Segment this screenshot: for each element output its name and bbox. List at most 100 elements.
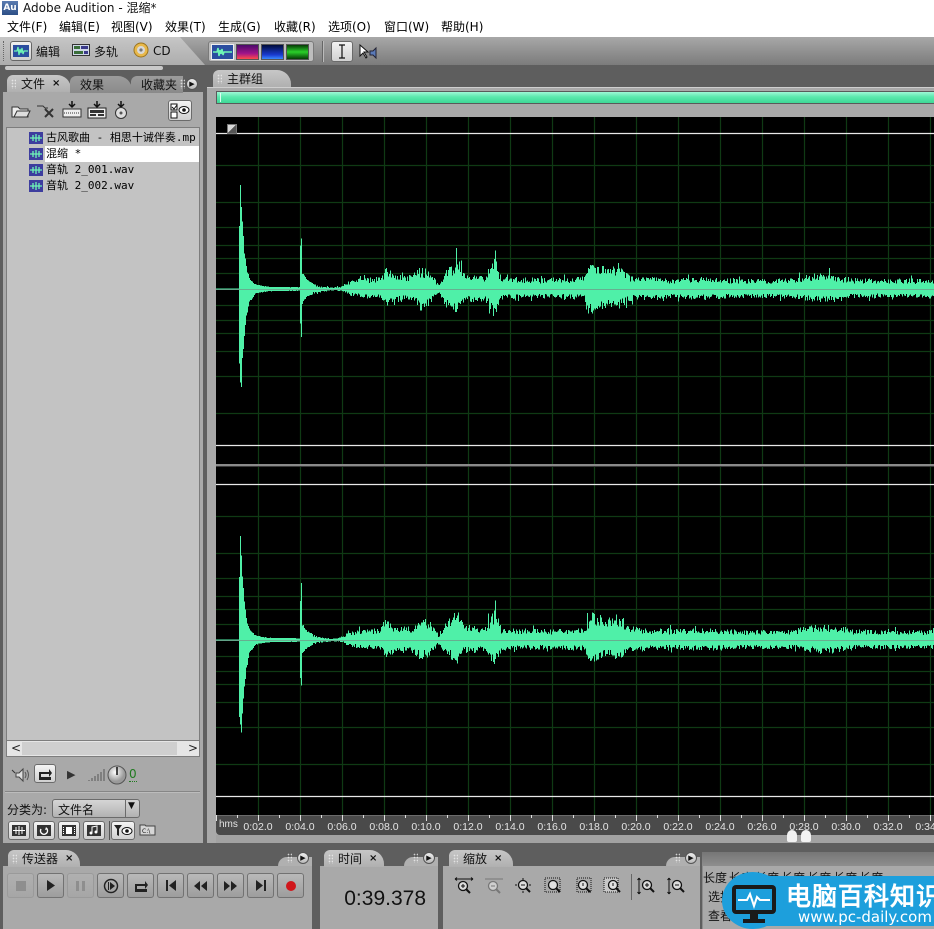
audio-file-icon xyxy=(29,148,43,160)
close-icon[interactable]: × xyxy=(369,853,377,864)
panel-menu-button[interactable]: ▶ xyxy=(685,852,697,864)
zoom-in-horizontal-button[interactable] xyxy=(453,876,475,896)
show-loops-button[interactable] xyxy=(33,821,55,840)
zoom-handle-left[interactable] xyxy=(787,830,797,842)
menu-effects[interactable]: 效果(T) xyxy=(165,19,206,35)
edit-view-button[interactable]: 编辑 xyxy=(10,40,60,62)
panel-menu-button[interactable]: ▶ xyxy=(423,852,435,864)
view-options-button[interactable] xyxy=(168,100,192,121)
play-to-end-button[interactable] xyxy=(97,873,124,898)
open-file-icon[interactable] xyxy=(11,102,31,121)
spectral-frequency-display-icon[interactable] xyxy=(236,43,259,60)
overview-view-marker[interactable] xyxy=(220,93,221,102)
close-file-icon[interactable] xyxy=(36,102,56,121)
multitrack-view-button[interactable]: 多轨 xyxy=(72,40,118,62)
fast-forward-button[interactable] xyxy=(217,873,244,898)
file-list-item[interactable]: 音轨 2_002.wav xyxy=(7,178,199,194)
tab-favorites[interactable]: 收藏夹 xyxy=(131,76,183,93)
ruler-tick-label: 0:10.0 xyxy=(411,821,440,833)
workspace-drag-bar[interactable] xyxy=(5,66,163,70)
menu-options[interactable]: 选项(O) xyxy=(328,19,371,35)
spectral-pan-display-icon[interactable] xyxy=(261,43,284,60)
zoom-out-full-button[interactable] xyxy=(513,876,535,896)
tab-main-group[interactable]: 主群组 xyxy=(213,70,291,87)
play-to-end-icon xyxy=(103,878,118,893)
loop-button[interactable] xyxy=(127,873,154,898)
scroll-left-button[interactable]: < xyxy=(11,741,21,756)
stop-button[interactable] xyxy=(7,873,34,898)
close-icon[interactable]: × xyxy=(52,78,60,89)
time-selection-tool-button[interactable] xyxy=(331,41,353,62)
phase-display-icon[interactable] xyxy=(286,43,309,60)
tab-transport[interactable]: 传送器 × xyxy=(8,850,80,867)
zoom-in-vertical-button[interactable] xyxy=(635,876,657,896)
zoom-out-vertical-button[interactable] xyxy=(665,876,687,896)
tab-effects[interactable]: 效果 xyxy=(70,76,132,93)
time-ruler[interactable]: 0:02.0 0:04.0 0:06.0 0:08.0 0:10.0 0:12.0 0:14… xyxy=(216,815,934,835)
amplitude-envelope-handle[interactable] xyxy=(227,124,237,134)
toolbar-grip[interactable] xyxy=(3,41,6,61)
menu-window[interactable]: 窗口(W) xyxy=(384,19,429,35)
zoom-to-left-edge-icon xyxy=(576,877,592,893)
panel-menu-button[interactable]: ▶ xyxy=(186,78,198,90)
go-to-end-button[interactable] xyxy=(247,873,274,898)
file-list-scrollbar[interactable]: < > xyxy=(6,740,200,757)
filter-eye-icon xyxy=(114,825,133,836)
zoom-to-selection-button[interactable] xyxy=(543,876,565,896)
zoom-out-horizontal-button[interactable] xyxy=(483,876,505,896)
menu-favorites[interactable]: 收藏(R) xyxy=(274,19,316,35)
menu-edit[interactable]: 编辑(E) xyxy=(59,19,100,35)
tab-zoom[interactable]: 缩放 × xyxy=(449,850,513,867)
file-list-item[interactable]: 音轨 2_001.wav xyxy=(7,162,199,178)
edit-file-icon[interactable] xyxy=(112,101,130,122)
loop-preview-button[interactable] xyxy=(34,764,56,783)
tab-files-label: 文件 xyxy=(21,77,46,91)
rewind-button[interactable] xyxy=(187,873,214,898)
preview-play-icon[interactable]: ▶ xyxy=(67,768,75,781)
waveform-display[interactable] xyxy=(216,117,934,815)
show-midi-button[interactable] xyxy=(83,821,105,840)
pause-button[interactable] xyxy=(67,873,94,898)
ruler-tick-label: 0:14.0 xyxy=(495,821,524,833)
go-to-start-button[interactable] xyxy=(157,873,184,898)
menu-generate[interactable]: 生成(G) xyxy=(218,19,261,35)
waveform-display-icon[interactable] xyxy=(211,43,234,60)
volume-value[interactable]: 0 xyxy=(129,768,137,782)
overview-scroll-bar[interactable] xyxy=(216,91,934,104)
zoom-to-left-edge-button[interactable] xyxy=(573,876,595,896)
record-button[interactable] xyxy=(277,873,304,898)
menu-file[interactable]: 文件(F) xyxy=(7,19,47,35)
filter-view-options-button[interactable] xyxy=(111,821,135,840)
window-title: Adobe Audition - 混缩* xyxy=(23,1,157,15)
file-list-item-selected[interactable]: 混缩 * xyxy=(7,146,199,162)
close-icon[interactable]: × xyxy=(65,853,73,864)
scroll-right-button[interactable]: > xyxy=(188,741,198,756)
editor-zoom-scrollbar[interactable] xyxy=(216,830,934,843)
menu-view[interactable]: 视图(V) xyxy=(111,19,153,35)
insert-into-cd-icon[interactable] xyxy=(87,101,107,122)
cd-view-button[interactable]: CD xyxy=(133,40,171,62)
tab-files[interactable]: 文件 × xyxy=(7,75,71,92)
insert-into-multitrack-icon[interactable] xyxy=(62,101,82,122)
show-video-button[interactable] xyxy=(58,821,80,840)
show-full-path-icon[interactable]: C:\ xyxy=(139,823,156,839)
hybrid-tool-button[interactable] xyxy=(357,41,379,62)
auto-play-speaker-icon[interactable] xyxy=(10,767,32,786)
volume-knob[interactable] xyxy=(107,765,127,788)
zoom-to-right-edge-button[interactable] xyxy=(602,876,624,896)
close-icon[interactable]: × xyxy=(494,853,502,864)
file-list-item[interactable]: 古风歌曲 - 相思十诫伴奏.mp xyxy=(7,130,199,146)
tab-time[interactable]: 时间 × xyxy=(324,850,384,867)
sort-by-dropdown[interactable]: 文件名 ▼ xyxy=(52,799,140,818)
menu-help[interactable]: 帮助(H) xyxy=(441,19,483,35)
scrollbar-thumb[interactable] xyxy=(22,742,177,755)
cd-view-label: CD xyxy=(153,44,171,58)
show-audio-files-button[interactable] xyxy=(8,821,30,840)
pause-icon xyxy=(76,880,85,891)
zoom-to-right-edge-icon xyxy=(603,877,621,893)
panel-menu-button[interactable]: ▶ xyxy=(297,852,309,864)
ruler-tick-label: 0:18.0 xyxy=(579,821,608,833)
waveform-canvas[interactable] xyxy=(216,117,934,815)
play-button[interactable] xyxy=(37,873,64,898)
zoom-handle-right[interactable] xyxy=(801,830,811,842)
